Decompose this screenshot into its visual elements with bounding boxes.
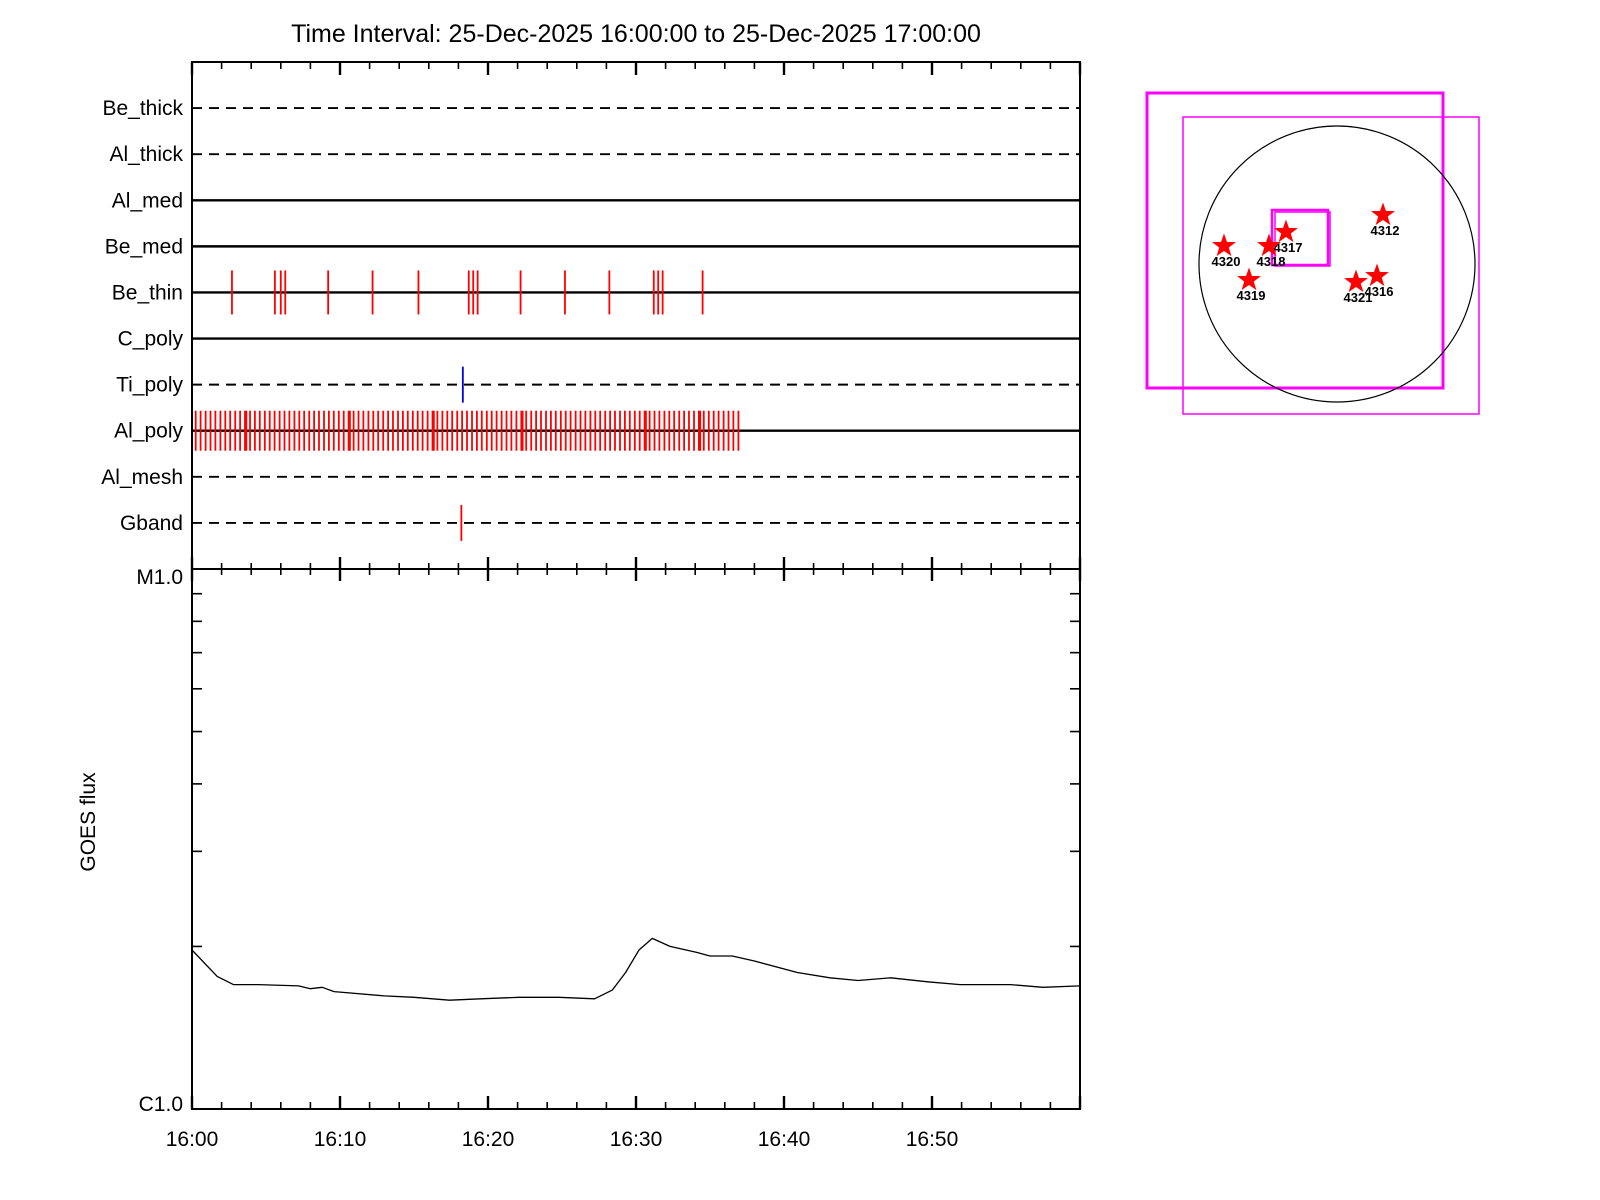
channel-label-Be_thin: Be_thin bbox=[112, 281, 183, 304]
channel-label-Ti_poly: Ti_poly bbox=[116, 374, 183, 397]
channel-label-Be_thick: Be_thick bbox=[102, 97, 183, 120]
active-region-star-4312 bbox=[1373, 204, 1394, 224]
channel-label-C_poly: C_poly bbox=[118, 328, 184, 351]
figure-root: Time Interval: 25-Dec-2025 16:00:00 to 2… bbox=[0, 0, 1600, 1200]
goes-ytick-bottom-label: C1.0 bbox=[139, 1093, 183, 1116]
active-region-star-4321 bbox=[1346, 271, 1367, 291]
figure-title: Time Interval: 25-Dec-2025 16:00:00 to 2… bbox=[291, 20, 981, 48]
active-region-label-4312: 4312 bbox=[1371, 223, 1400, 238]
xrt-goes-figure: Time Interval: 25-Dec-2025 16:00:00 to 2… bbox=[0, 0, 1600, 1200]
active-region-label-4320: 4320 bbox=[1212, 254, 1241, 269]
active-region-label-4319: 4319 bbox=[1237, 288, 1266, 303]
goes-panel-border bbox=[192, 569, 1080, 1109]
x-tick-label: 16:00 bbox=[166, 1128, 219, 1151]
x-tick-label: 16:50 bbox=[906, 1128, 959, 1151]
x-tick-label: 16:30 bbox=[610, 1128, 663, 1151]
channel-label-Be_med: Be_med bbox=[105, 235, 183, 258]
channel-label-Al_mesh: Al_mesh bbox=[101, 466, 183, 489]
channel-label-Al_thick: Al_thick bbox=[109, 143, 183, 166]
goes-y-axis-title: GOES flux bbox=[77, 772, 100, 872]
x-tick-label: 16:40 bbox=[758, 1128, 811, 1151]
active-region-label-4316: 4316 bbox=[1365, 284, 1394, 299]
active-region-label-4318: 4318 bbox=[1257, 254, 1286, 269]
active-region-star-4317 bbox=[1276, 221, 1297, 241]
channel-label-Gband: Gband bbox=[120, 512, 183, 535]
chart-content: Be_thick Al_thick Al_med Be_med Be_thin C_pol… bbox=[101, 62, 1479, 1151]
filter-timeline-panel-border bbox=[192, 62, 1080, 569]
goes-flux-curve bbox=[192, 938, 1080, 1000]
channel-label-Al_poly: Al_poly bbox=[114, 420, 183, 443]
x-tick-label: 16:20 bbox=[462, 1128, 515, 1151]
active-region-star-4319 bbox=[1239, 269, 1260, 289]
active-region-star-4320 bbox=[1214, 235, 1235, 255]
channel-label-Al_med: Al_med bbox=[112, 189, 183, 212]
active-region-star-4316 bbox=[1367, 265, 1388, 285]
x-tick-label: 16:10 bbox=[314, 1128, 367, 1151]
goes-ytick-top-label: M1.0 bbox=[136, 566, 183, 589]
